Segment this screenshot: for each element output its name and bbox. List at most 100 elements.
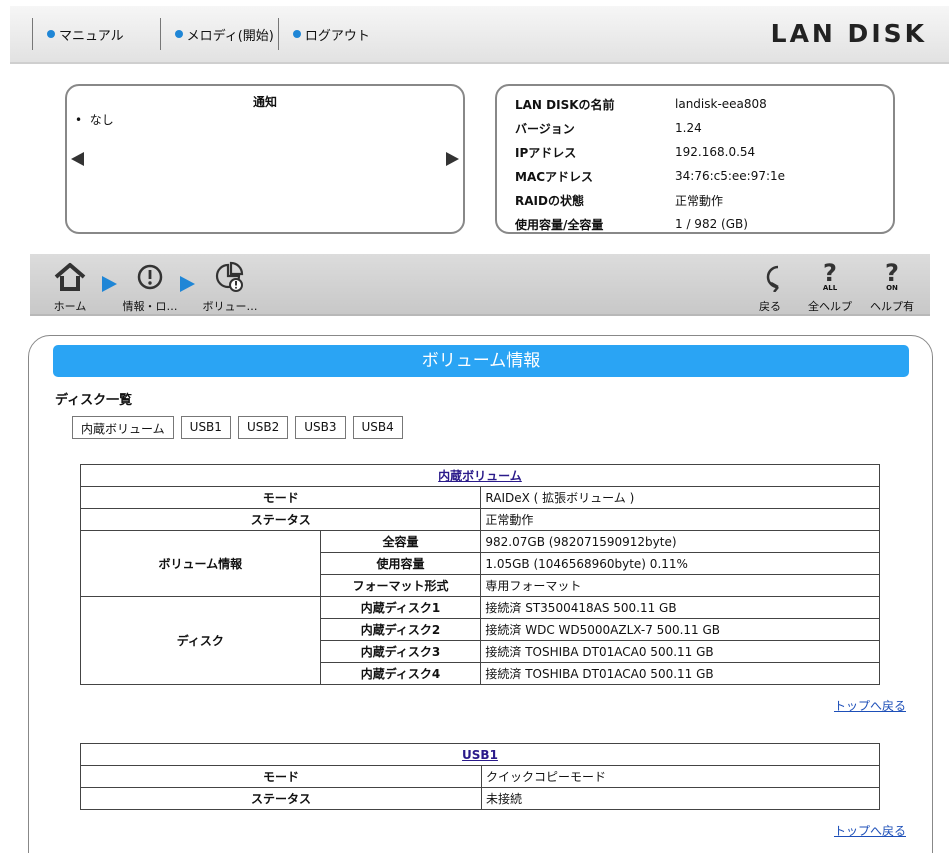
back-button[interactable]: 戻る [752, 260, 788, 314]
internal-volume-link[interactable]: 内蔵ボリューム [438, 469, 522, 483]
page-title: ボリューム情報 [53, 345, 909, 377]
info-value: 正常動作 [675, 193, 724, 208]
info-row: バージョン 1.24 [515, 116, 893, 140]
logout-link[interactable]: ログアウト [279, 25, 384, 44]
disk-value: 接続済 TOSHIBA DT01ACA0 500.11 GB [480, 640, 880, 663]
next-arrow-icon[interactable] [446, 152, 459, 166]
table-row: ディスク 内蔵ディスク1 接続済 ST3500418AS 500.11 GB [80, 596, 880, 685]
status-value: 未接続 [481, 787, 880, 810]
info-value: 34:76:c5:ee:97:1e [675, 169, 786, 183]
info-value: 192.168.0.54 [675, 145, 756, 159]
volume-button[interactable]: ボリュー… [198, 260, 262, 314]
info-row: IPアドレス 192.168.0.54 [515, 140, 893, 164]
info-value: landisk-eea808 [675, 97, 767, 111]
table-header: 内蔵ボリューム [80, 464, 880, 487]
status-label: ステータス [80, 787, 482, 810]
mode-label: モード [80, 765, 482, 788]
bullet-icon [174, 30, 183, 38]
back-arrow-icon [766, 265, 779, 292]
disk-value: 接続済 ST3500418AS 500.11 GB [480, 596, 880, 619]
disk-tabs: 内蔵ボリューム USB1 USB2 USB3 USB4 [72, 416, 403, 439]
disk-list-title: ディスク一覧 [55, 393, 133, 408]
help-on-button[interactable]: ? ON ヘルプ有 [866, 260, 918, 314]
disk-value: 接続済 WDC WD5000AZLX-7 500.11 GB [480, 618, 880, 641]
prev-arrow-icon[interactable] [71, 152, 84, 166]
info-row: MACアドレス 34:76:c5:ee:97:1e [515, 164, 893, 188]
total-capacity-value: 982.07GB (982071590912byte) [480, 530, 880, 553]
table-row: ステータス 正常動作 [79, 508, 880, 531]
notice-title: 通知 [252, 95, 277, 109]
help-icon: ? [823, 259, 837, 287]
main-content: ボリューム情報 ディスク一覧 内蔵ボリューム USB1 USB2 USB3 US… [28, 335, 933, 853]
format-label: フォーマット形式 [319, 574, 482, 597]
info-row: RAIDの状態 正常動作 [515, 188, 893, 212]
volume-disk-icon [215, 261, 244, 292]
back-to-top-link[interactable]: トップへ戻る [834, 822, 906, 839]
home-button[interactable]: ホーム [52, 260, 88, 314]
brand-logo: LAN DISK [770, 19, 927, 48]
melody-link-label: メロディ(開始) [186, 28, 274, 44]
table-row: ステータス 未接続 [80, 787, 880, 810]
table-row: モード RAIDeX ( 拡張ボリューム ) [79, 486, 880, 509]
on-badge: ON [886, 284, 898, 292]
system-info-panel: LAN DISKの名前 landisk-eea808 バージョン 1.24 IPアド… [495, 84, 895, 234]
back-label: 戻る [759, 300, 781, 313]
breadcrumb-toolbar: ホーム 情報・ロ… ボリュー… 戻る ? ALL 全ヘルプ ? ON ヘルプ有 [30, 254, 930, 316]
manual-link-label: マニュアル [59, 28, 124, 44]
volume-info-label: ボリューム情報 [80, 530, 321, 597]
info-key: MACアドレス [515, 169, 594, 184]
info-log-button[interactable]: 情報・ロ… [118, 260, 182, 314]
info-key: 使用容量/全容量 [515, 217, 604, 232]
disk-name: 内蔵ディスク4 [319, 662, 482, 685]
tab-usb4[interactable]: USB4 [352, 416, 403, 439]
status-value: 正常動作 [480, 508, 880, 531]
tab-usb1[interactable]: USB1 [180, 416, 231, 439]
format-value: 専用フォーマット [480, 574, 880, 597]
disk-name: 内蔵ディスク1 [319, 596, 482, 619]
table-row: USB1 [80, 743, 880, 766]
bullet-icon [47, 30, 55, 38]
tab-usb3[interactable]: USB3 [295, 416, 346, 439]
melody-link[interactable]: メロディ(開始) [161, 25, 288, 44]
breadcrumb-arrow-icon [180, 276, 195, 292]
usb1-link[interactable]: USB1 [462, 748, 498, 762]
table-row: 内蔵ボリューム [80, 464, 880, 487]
table-row: ボリューム情報 全容量 982.07GB (982071590912byte) [80, 530, 880, 597]
usb1-table: USB1 モード クイックコピーモード ステータス 未接続 [80, 743, 880, 810]
top-bar: マニュアル メロディ(開始) ログアウト LAN DISK [10, 6, 949, 64]
tab-internal-volume[interactable]: 内蔵ボリューム [72, 416, 174, 439]
notice-item-label: なし [89, 113, 114, 127]
mode-value: クイックコピーモード [481, 765, 880, 788]
used-capacity-value: 1.05GB (1046568960byte) 0.11% [480, 552, 880, 575]
mode-value: RAIDeX ( 拡張ボリューム ) [480, 486, 880, 509]
volume-label: ボリュー… [202, 300, 258, 313]
notice-item: • なし [75, 113, 114, 127]
help-on-label: ヘルプ有 [870, 300, 914, 313]
info-key: RAIDの状態 [515, 193, 584, 208]
notice-panel: 通知 • なし [65, 84, 465, 234]
all-help-button[interactable]: ? ALL 全ヘルプ [804, 260, 856, 314]
tab-usb2[interactable]: USB2 [237, 416, 289, 439]
total-capacity-label: 全容量 [319, 530, 482, 553]
home-label: ホーム [53, 300, 87, 313]
used-capacity-label: 使用容量 [319, 552, 482, 575]
disk-name: 内蔵ディスク2 [319, 618, 482, 641]
top-nav: マニュアル メロディ(開始) ログアウト [32, 18, 384, 50]
back-to-top-link[interactable]: トップへ戻る [834, 697, 906, 714]
info-row: LAN DISKの名前 landisk-eea808 [515, 92, 893, 116]
manual-link[interactable]: マニュアル [33, 25, 138, 44]
home-icon [54, 263, 86, 291]
info-key: バージョン [515, 121, 575, 136]
table-header: USB1 [80, 743, 880, 766]
info-row: 使用容量/全容量 1 / 982 (GB) [515, 212, 893, 236]
internal-volume-table: 内蔵ボリューム モード RAIDeX ( 拡張ボリューム ) ステータス 正常動… [79, 464, 880, 685]
status-label: ステータス [79, 508, 482, 531]
logout-link-label: ログアウト [304, 28, 370, 44]
all-help-label: 全ヘルプ [808, 300, 852, 313]
info-value: 1 / 982 (GB) [675, 217, 748, 231]
help-icon: ? [885, 259, 899, 287]
info-log-label: 情報・ロ… [122, 300, 178, 313]
disk-name: 内蔵ディスク3 [319, 640, 482, 663]
info-key: LAN DISKの名前 [515, 97, 615, 112]
alert-circle-icon [137, 264, 163, 290]
